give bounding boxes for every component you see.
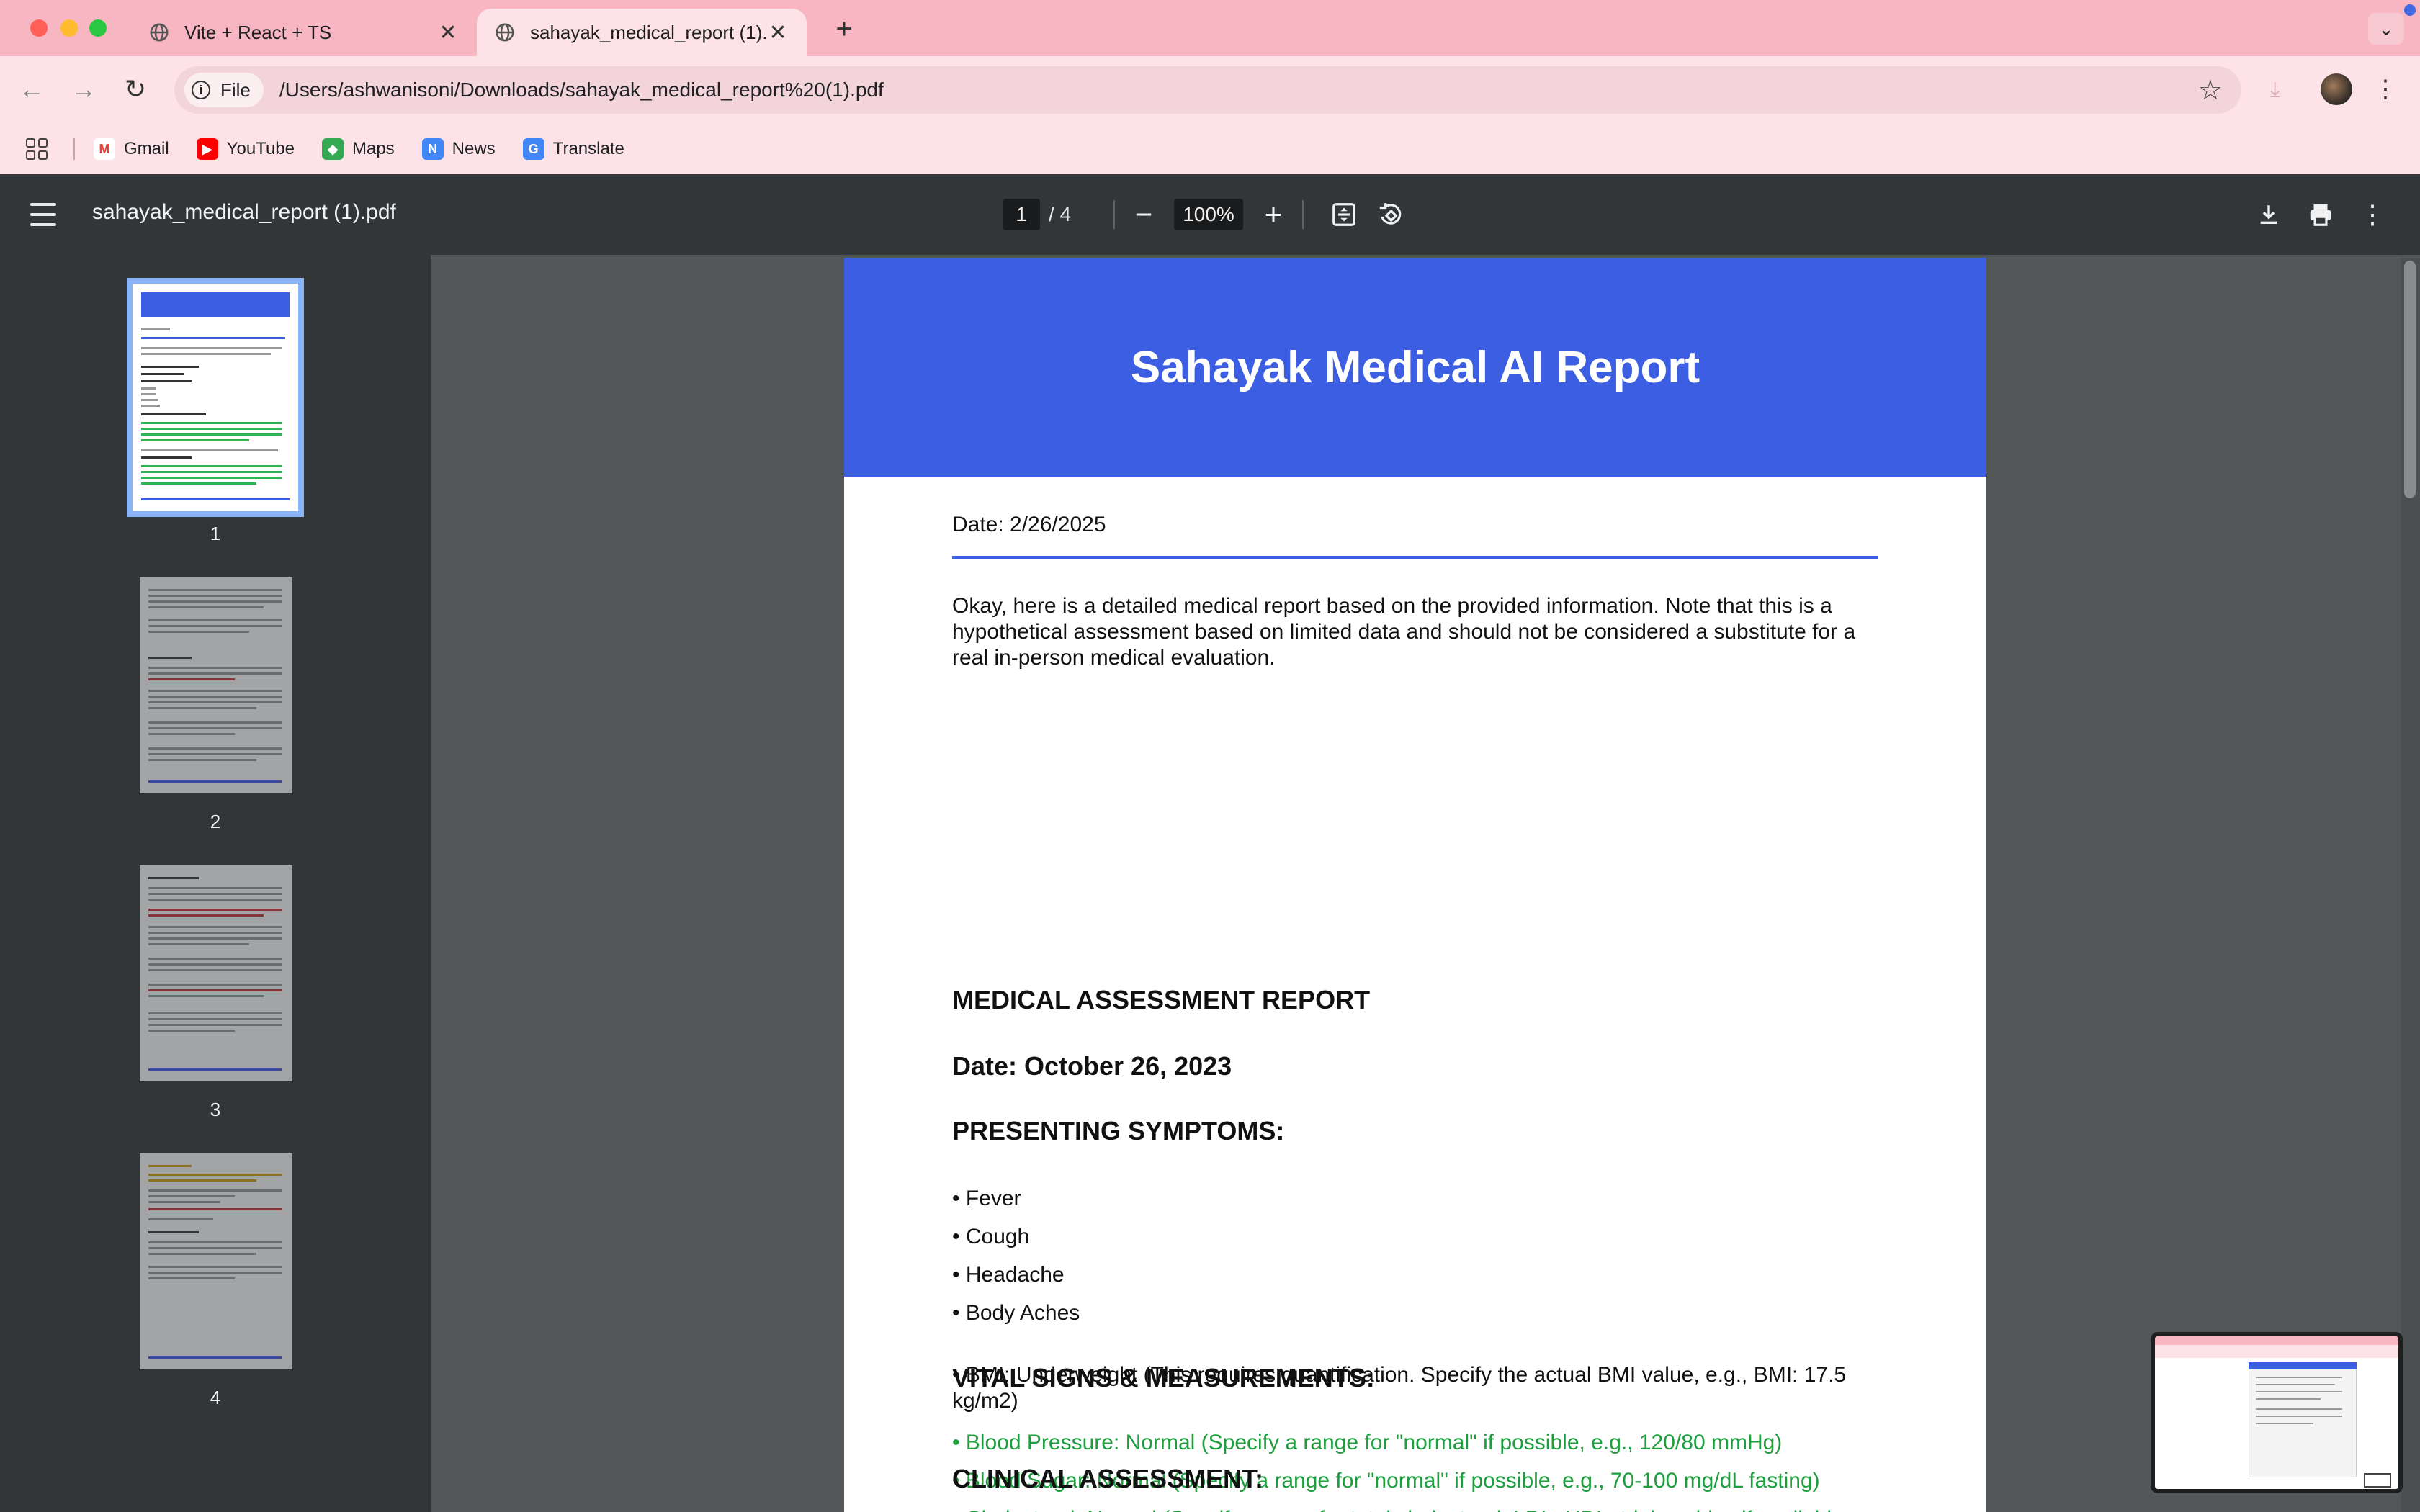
thumbnail-label: 1 [210, 523, 221, 544]
scrollbar-thumb[interactable] [2404, 261, 2416, 498]
forward-arrow-icon[interactable]: → [63, 69, 104, 109]
bookmark-maps[interactable]: ◆ Maps [321, 138, 395, 160]
back-arrow-icon[interactable]: ← [12, 69, 52, 109]
page-number-input[interactable]: 1 [1003, 199, 1040, 230]
bookmark-translate[interactable]: G Translate [522, 138, 624, 160]
heading-symptoms: PRESENTING SYMPTOMS: [952, 1116, 1285, 1146]
page-thumbnail[interactable] [140, 865, 292, 1081]
pdf-page: Sahayak Medical AI Report Date: 2/26/202… [844, 258, 1986, 1512]
zoom-out-button[interactable]: − [1126, 197, 1161, 232]
thumbnail-label: 2 [210, 811, 221, 832]
tab-search-chevron-icon[interactable]: ⌄ [2368, 13, 2404, 45]
translate-icon: G [522, 138, 544, 160]
rotate-icon[interactable] [1373, 197, 1407, 232]
gmail-icon: M [94, 138, 115, 160]
vital-item: • Blood Pressure: Normal (Specify a rang… [952, 1431, 1783, 1454]
bookmark-youtube[interactable]: ▶ YouTube [196, 138, 295, 160]
bookmark-label: YouTube [226, 139, 295, 158]
divider-line [952, 556, 1878, 559]
browser-toolbar: ← → ↻ i File /Users/ashwanisoni/Download… [0, 56, 2420, 124]
maps-icon: ◆ [321, 138, 344, 160]
symptom-item: • Cough [952, 1225, 1030, 1248]
chrome-menu-icon[interactable]: ⋮ [2370, 73, 2401, 105]
close-tab-icon[interactable]: ✕ [766, 20, 789, 45]
info-icon: i [192, 81, 210, 99]
heading-date: Date: October 26, 2023 [952, 1051, 1232, 1081]
pdf-filename: sahayak_medical_report (1).pdf [92, 200, 396, 224]
fit-to-page-icon[interactable] [1327, 197, 1361, 232]
tab-title: Vite + React + TS [184, 21, 332, 43]
more-options-icon[interactable]: ⋮ [2355, 197, 2390, 232]
tab-strip: Vite + React + TS ✕ sahayak_medical_repo… [0, 0, 2420, 56]
thumbnail-banner [141, 292, 290, 317]
report-title: Sahayak Medical AI Report [1130, 342, 1700, 392]
thumbnail-label: 3 [210, 1099, 221, 1120]
menu-icon[interactable] [30, 203, 56, 226]
bookmarks-divider [73, 138, 75, 160]
screen-preview-thumbnail[interactable] [2151, 1332, 2403, 1493]
site-info-chip[interactable]: i File [184, 73, 264, 107]
file-chip-label: File [220, 78, 251, 101]
download-icon[interactable] [2251, 197, 2286, 232]
bookmarks-bar: M Gmail ▶ YouTube ◆ Maps N News G Transl… [0, 124, 2420, 174]
page-thumbnail[interactable] [140, 1153, 292, 1369]
bookmark-news[interactable]: N News [421, 138, 496, 160]
thumbnail-label: 4 [210, 1387, 221, 1408]
tab-vite-react[interactable]: Vite + React + TS ✕ [131, 9, 477, 56]
bookmark-star-icon[interactable]: ☆ [2198, 74, 2223, 107]
youtube-icon: ▶ [196, 138, 218, 160]
globe-icon [496, 23, 514, 42]
zoom-in-button[interactable]: + [1256, 197, 1291, 232]
bmi-item: • BMI: Underweight (This requires quanti… [952, 1363, 1847, 1413]
report-date: Date: 2/26/2025 [952, 513, 1106, 536]
tab-title: sahayak_medical_report (1).pdf [530, 21, 766, 43]
download-icon[interactable]: ⤓ [2270, 78, 2280, 102]
zoom-level-input[interactable]: 100% [1174, 199, 1243, 230]
news-icon: N [421, 138, 444, 160]
page-thumbnail[interactable] [140, 577, 292, 793]
tab-medical-report[interactable]: sahayak_medical_report (1).pdf ✕ [477, 9, 807, 56]
symptom-item: • Headache [952, 1263, 1065, 1287]
bookmark-label: News [452, 139, 496, 158]
symptom-item: • Fever [952, 1187, 1021, 1210]
toolbar-divider [1113, 200, 1115, 229]
toolbar-divider [1302, 200, 1304, 229]
notification-dot [2404, 4, 2416, 16]
address-bar[interactable]: i File /Users/ashwanisoni/Downloads/saha… [174, 66, 2241, 114]
print-icon[interactable] [2303, 197, 2338, 232]
new-tab-button[interactable]: + [828, 13, 860, 45]
page-total: / 4 [1049, 203, 1072, 225]
apps-grid-icon[interactable] [26, 138, 48, 160]
vital-item: • Cholesterol: Normal (Specify ranges fo… [952, 1506, 1881, 1512]
profile-avatar[interactable] [2321, 73, 2352, 105]
bookmark-label: Maps [351, 139, 395, 158]
thumbnail-sidebar: 1 2 3 4 [0, 255, 431, 1512]
window-maximize-button[interactable] [89, 19, 107, 37]
report-banner: Sahayak Medical AI Report [844, 258, 1986, 477]
url-text[interactable]: /Users/ashwanisoni/Downloads/sahayak_med… [279, 78, 2198, 102]
close-tab-icon[interactable]: ✕ [436, 20, 460, 45]
bookmark-label: Gmail [124, 139, 169, 158]
window-close-button[interactable] [30, 19, 48, 37]
pdf-toolbar: sahayak_medical_report (1).pdf 1 / 4 − 1… [0, 174, 2420, 255]
symptom-item: • Body Aches [952, 1301, 1080, 1325]
window-minimize-button[interactable] [60, 19, 78, 37]
bookmark-gmail[interactable]: M Gmail [94, 138, 169, 160]
bookmark-label: Translate [552, 139, 624, 158]
page-thumbnail[interactable] [127, 278, 304, 517]
intro-paragraph: Okay, here is a detailed medical report … [952, 594, 1856, 670]
heading-report: MEDICAL ASSESSMENT REPORT [952, 985, 1371, 1014]
reload-icon[interactable]: ↻ [115, 69, 156, 109]
globe-icon [150, 23, 169, 42]
heading-clinical: CLINICAL ASSESSMENT: [952, 1464, 1264, 1493]
